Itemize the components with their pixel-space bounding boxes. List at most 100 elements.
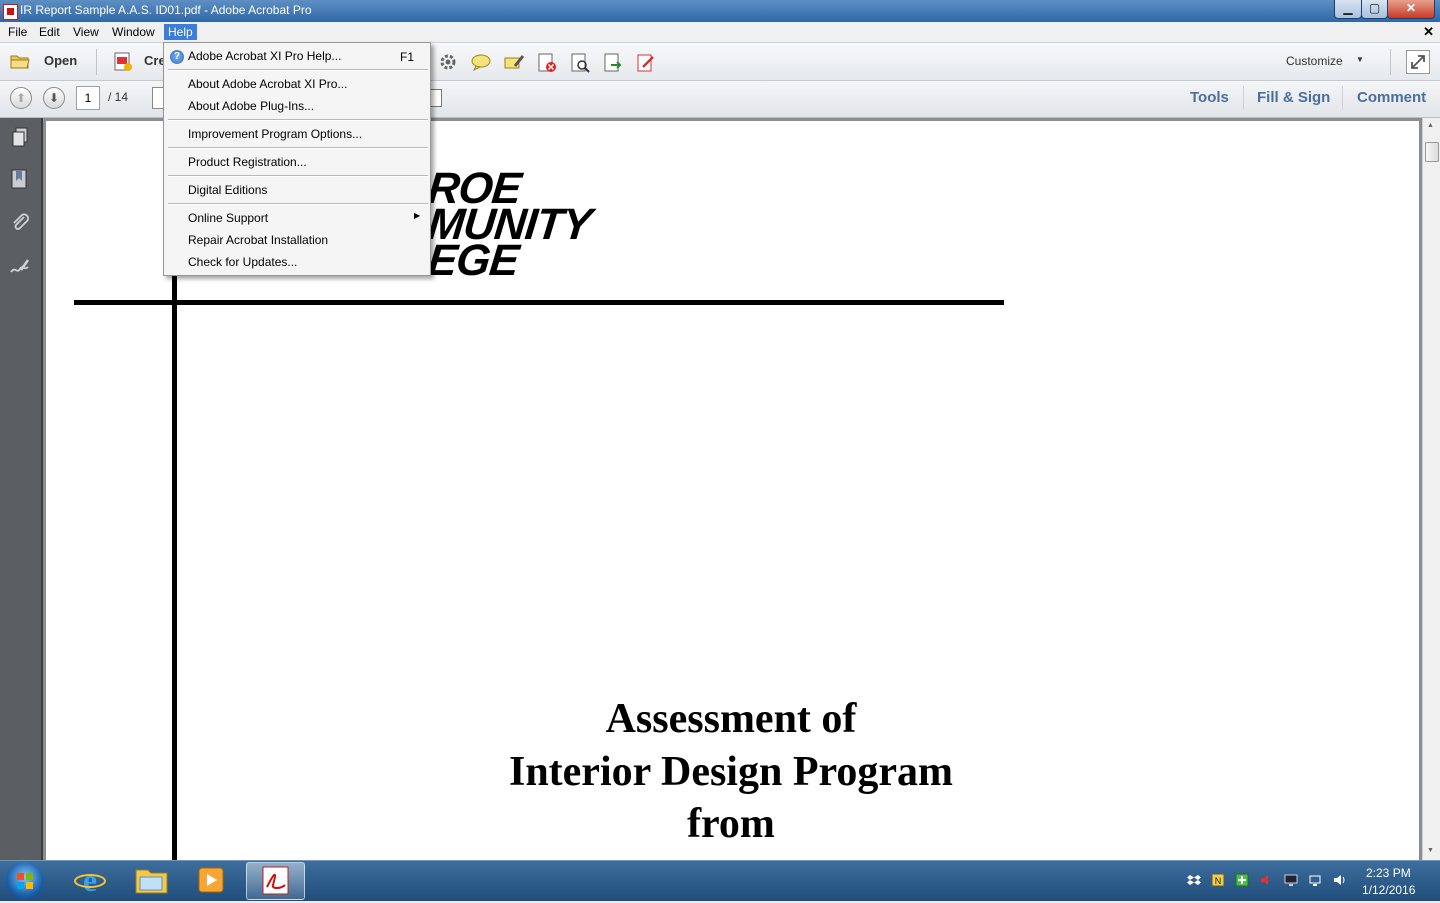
highlight-pen-icon [504,55,525,69]
expand-icon [1411,55,1425,69]
acrobat-app-icon [3,4,18,20]
menu-edit[interactable]: Edit [35,24,64,40]
toolbar-divider [1390,49,1391,75]
search-page-icon [571,53,590,73]
toolbar-divider [96,49,97,75]
menu-bar: File Edit View Window Help ✕ [0,22,1440,43]
scroll-down-arrow[interactable]: ▼ [1427,847,1434,854]
taskbar-file-explorer[interactable] [126,862,176,898]
svg-text:e: e [83,862,97,898]
page-thumbnails-icon[interactable] [9,126,31,148]
heading-line-1: Assessment of [605,696,857,742]
export-page-button[interactable] [602,52,624,77]
start-button[interactable] [6,862,44,900]
signature-icon[interactable] [9,256,31,278]
create-button[interactable] [112,51,134,76]
customize-dropdown[interactable]: Customize [1286,54,1343,68]
help-question-icon: ? [170,50,184,64]
edit-page-button[interactable] [635,52,657,77]
volume-icon[interactable] [1332,873,1346,887]
settings-tool-button[interactable] [438,52,458,75]
open-label[interactable]: Open [44,53,77,68]
menu-item-acrobat-help[interactable]: Adobe Acrobat XI Pro Help... [188,49,341,63]
previous-page-button[interactable]: ⬆ [10,87,32,109]
window-title: IR Report Sample A.A.S. ID01.pdf - Adobe… [20,3,312,17]
open-button[interactable] [10,51,30,74]
taskbar-adobe-acrobat[interactable] [246,862,305,900]
export-page-icon [604,53,622,72]
folder-icon [135,869,168,894]
shortcut-label: F1 [400,50,415,64]
menu-item-check-updates[interactable]: Check for Updates... [188,255,297,269]
delete-page-icon [538,53,556,72]
network-security-icon[interactable]: N [1211,873,1225,887]
taskbar-internet-explorer[interactable]: e [65,862,115,898]
delete-page-button[interactable] [536,52,558,77]
vertical-rule [172,271,177,860]
maximize-button[interactable]: ▢ [1361,0,1388,19]
adobe-acrobat-icon [262,866,289,895]
comment-tool-button[interactable] [470,52,492,75]
bookmark-icon[interactable] [9,168,31,190]
arrow-up-icon: ⬆ [15,91,27,105]
menu-separator [168,175,428,177]
tab-tools[interactable]: Tools [1190,89,1229,106]
shield-icon[interactable] [1235,873,1249,887]
pane-divider [1243,86,1244,110]
arrow-down-icon: ⬇ [48,91,60,105]
folder-open-icon [10,55,30,69]
close-window-button[interactable]: ✕ [1387,0,1435,19]
internet-explorer-icon: e [74,862,106,898]
menu-separator [168,119,428,121]
menu-item-about-acrobat[interactable]: About Adobe Acrobat XI Pro... [188,77,347,91]
menu-view[interactable]: View [69,24,103,40]
menu-window[interactable]: Window [108,24,159,40]
gear-icon [440,54,456,70]
minimize-button[interactable]: ▁ [1334,0,1362,19]
speech-bubble-icon [471,54,491,72]
audio-alert-icon[interactable] [1259,873,1273,887]
pane-divider [1342,86,1343,110]
taskbar-clock-time[interactable]: 2:23 PM [1366,866,1411,880]
menu-item-digital-editions[interactable]: Digital Editions [188,183,267,197]
left-navigation-panel [0,118,43,860]
menu-item-online-support[interactable]: Online Support [188,211,268,225]
submenu-arrow-icon: ▶ [414,211,421,220]
edit-page-icon [637,54,654,72]
create-pdf-icon [114,52,132,71]
menu-file[interactable]: File [4,24,31,40]
menu-item-repair-installation[interactable]: Repair Acrobat Installation [188,233,328,247]
tab-fill-sign[interactable]: Fill & Sign [1257,89,1330,106]
close-document-button[interactable]: ✕ [1423,24,1434,40]
fit-page-icon[interactable] [430,89,442,107]
logo-line-3: EGE [425,236,521,285]
help-menu-dropdown: ? Adobe Acrobat XI Pro Help... F1 About … [163,42,431,276]
heading-line-3: from [687,801,775,847]
tab-comment[interactable]: Comment [1357,89,1426,106]
menu-item-product-registration[interactable]: Product Registration... [188,155,307,169]
chevron-down-icon: ▼ [1356,55,1364,64]
dropbox-icon[interactable] [1187,873,1201,887]
scrollbar-thumb[interactable] [1425,142,1439,162]
taskbar-media-player[interactable] [186,862,236,898]
page-count: / 14 [108,90,129,104]
next-page-button[interactable]: ⬇ [43,87,65,109]
media-player-icon [198,867,224,893]
menu-help[interactable]: Help [164,24,197,40]
menu-separator [168,203,428,205]
svg-text:N: N [1215,876,1222,886]
highlight-tool-button[interactable] [503,52,525,75]
menu-item-improvement-program[interactable]: Improvement Program Options... [188,127,362,141]
find-page-button[interactable] [569,52,591,77]
scroll-up-arrow[interactable]: ▲ [1427,122,1434,129]
taskbar-clock-date[interactable]: 1/12/2016 [1362,883,1415,897]
vertical-scrollbar[interactable]: ▲ ▼ [1422,118,1440,860]
fullscreen-button[interactable] [1406,50,1430,74]
network-icon[interactable] [1308,873,1322,887]
menu-separator [168,147,428,149]
page-number-input[interactable]: 1 [76,86,100,110]
heading-line-2: Interior Design Program [508,749,954,795]
menu-item-about-plugins[interactable]: About Adobe Plug-Ins... [188,99,314,113]
attachment-icon[interactable] [9,212,31,234]
monitor-icon[interactable] [1284,873,1298,887]
